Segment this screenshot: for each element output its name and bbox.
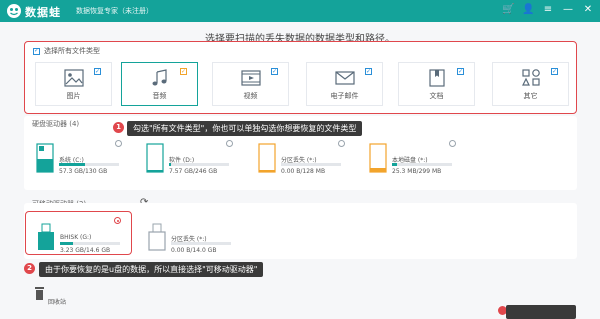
user-icon[interactable]: 👤 <box>522 4 534 16</box>
type-label: 电子邮件 <box>330 92 359 100</box>
annotation-1: 勾选"所有文件类型"，你也可以单独勾选你想要恢复的文件类型 <box>127 121 363 136</box>
drive-size: 3.23 GB/14.6 GB <box>60 247 111 254</box>
title-bar: 数据蛙 数据恢复专家（未注册） 🛒 👤 ≡ — ✕ <box>0 0 600 22</box>
drive-icon <box>258 143 276 173</box>
drive-usb-g-radio[interactable] <box>114 217 121 224</box>
drive-d[interactable]: 软件 (D:) 7.57 GB/246 GB <box>146 143 256 183</box>
recycle-bin-label[interactable]: 回收站 <box>48 297 66 306</box>
mail-icon <box>335 71 355 85</box>
drive-icon <box>146 143 164 173</box>
recycle-bin-icon[interactable] <box>34 287 45 300</box>
other-checkbox[interactable]: ✓ <box>551 68 558 75</box>
video-checkbox[interactable]: ✓ <box>271 68 278 75</box>
document-icon <box>429 69 445 87</box>
drive-usage-bar <box>171 242 231 245</box>
document-checkbox[interactable]: ✓ <box>457 68 464 75</box>
type-card-audio[interactable]: ✓ 音频 <box>121 62 198 106</box>
annotation-2: 由于你要恢复的是u盘的数据，所以直接选择"可移动驱动器" <box>39 262 264 277</box>
drive-d-radio[interactable] <box>226 140 233 147</box>
cart-icon[interactable]: 🛒 <box>502 4 514 16</box>
app-subtitle: 数据恢复专家（未注册） <box>76 7 153 15</box>
annotation-2-badge: 2 <box>24 263 35 274</box>
type-label: 其它 <box>523 92 538 100</box>
drive-local[interactable]: 本地磁盘 (*:) 25.3 MB/299 MB <box>369 143 479 183</box>
type-label: 图片 <box>66 92 81 100</box>
drive-usb-g[interactable]: BHISK (G:) 3.23 GB/14.6 GB <box>37 222 147 262</box>
type-card-video[interactable]: ✓ 视频 <box>212 62 289 106</box>
select-all-label: 选择所有文件类型 <box>44 47 100 55</box>
drive-usb-lost[interactable]: 分区丢失 (*:) 0.00 B/14.0 GB <box>148 222 258 262</box>
type-card-email[interactable]: ✓ 电子邮件 <box>306 62 383 106</box>
close-icon[interactable]: ✕ <box>582 4 594 16</box>
type-card-image[interactable]: ✓ 图片 <box>35 62 112 106</box>
drive-size: 0.00 B/14.0 GB <box>171 247 217 254</box>
drive-size: 0.00 B/128 MB <box>281 168 326 175</box>
drive-usage-bar <box>60 242 120 245</box>
drive-usage-bar <box>59 163 119 166</box>
music-icon <box>152 69 167 86</box>
drive-lost-1-radio[interactable] <box>338 140 345 147</box>
drive-icon <box>369 143 387 173</box>
drive-lost-1[interactable]: 分区丢失 (*:) 0.00 B/128 MB <box>258 143 368 183</box>
other-icon <box>522 69 540 86</box>
type-card-document[interactable]: ✓ 文档 <box>398 62 475 106</box>
file-types-panel: ✓ 选择所有文件类型 ✓ 图片 ✓ 音频 ✓ 视频 ✓ 电子邮件 ✓ 文档 ✓ … <box>24 41 577 114</box>
drive-usage-bar <box>392 163 452 166</box>
drive-c-radio[interactable] <box>115 140 122 147</box>
hard-disk-label: 硬盘驱动器 (4) <box>32 120 80 128</box>
email-checkbox[interactable]: ✓ <box>365 68 372 75</box>
audio-checkbox[interactable]: ✓ <box>180 68 187 75</box>
drive-local-radio[interactable] <box>449 140 456 147</box>
drive-size: 7.57 GB/246 GB <box>169 168 218 175</box>
type-label: 视频 <box>243 92 258 100</box>
annotation-1-badge: 1 <box>113 122 124 133</box>
system-drive-icon <box>36 143 54 173</box>
drive-usage-bar <box>281 163 341 166</box>
image-icon <box>64 69 84 87</box>
app-name: 数据蛙 <box>25 6 61 19</box>
scan-annotation-bar <box>506 305 576 319</box>
menu-icon[interactable]: ≡ <box>542 4 554 16</box>
type-card-other[interactable]: ✓ 其它 <box>492 62 569 106</box>
minimize-icon[interactable]: — <box>562 4 574 16</box>
type-label: 文档 <box>429 92 444 100</box>
usb-icon <box>38 223 54 250</box>
image-checkbox[interactable]: ✓ <box>94 68 101 75</box>
drive-name: BHISK (G:) <box>60 234 92 241</box>
select-all-checkbox[interactable]: ✓ <box>33 47 40 55</box>
type-label: 音频 <box>152 92 167 100</box>
usb-icon <box>148 223 166 251</box>
drive-c[interactable]: 系统 (C:) 57.3 GB/130 GB <box>36 143 146 183</box>
drive-size: 25.3 MB/299 MB <box>392 168 442 175</box>
select-all-types[interactable]: ✓ 选择所有文件类型 <box>33 46 100 56</box>
video-icon <box>241 70 261 86</box>
drive-usage-bar <box>169 163 229 166</box>
app-logo-icon <box>7 4 21 18</box>
drive-size: 57.3 GB/130 GB <box>59 168 108 175</box>
